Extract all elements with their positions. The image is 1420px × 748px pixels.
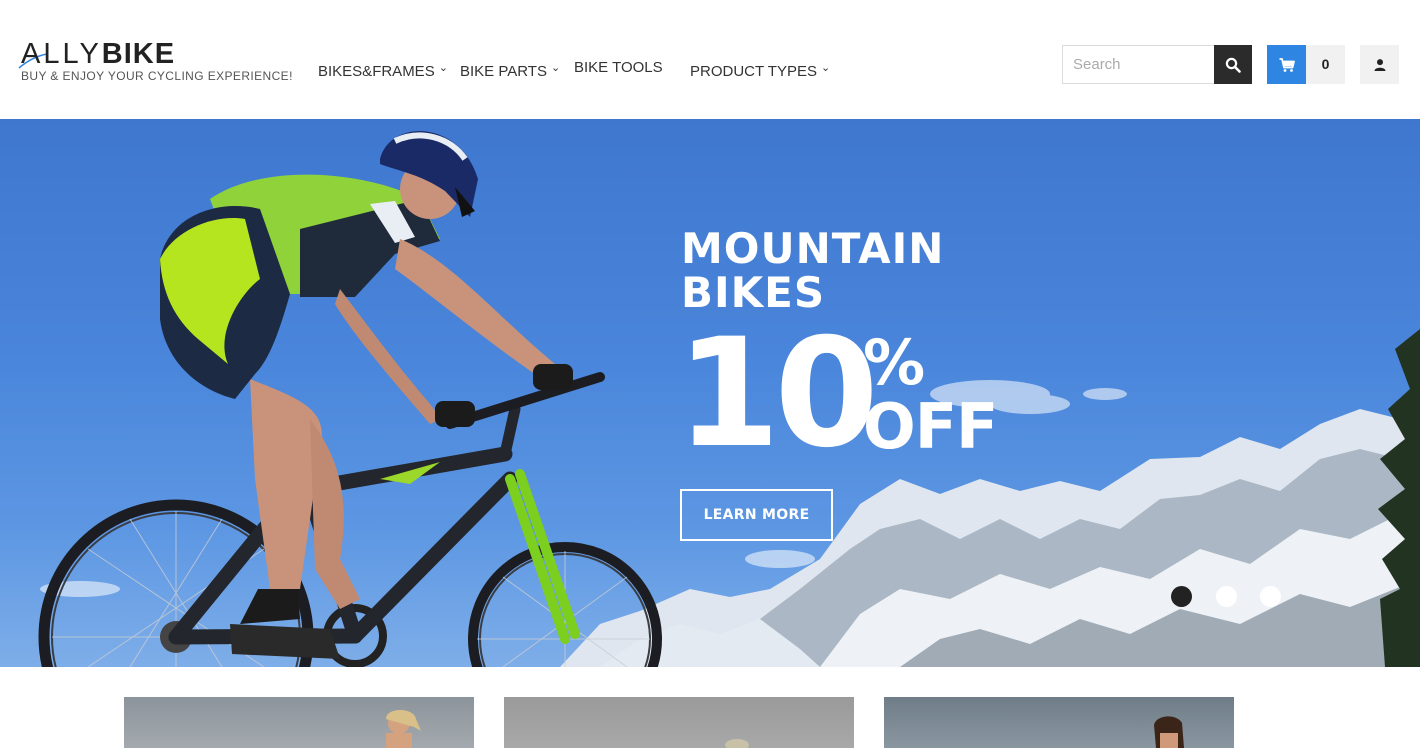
logo-wordmark: ALLYBIKE bbox=[21, 38, 175, 70]
cart-count[interactable]: 0 bbox=[1306, 45, 1345, 84]
category-card-image bbox=[725, 739, 749, 748]
logo-tagline: BUY & ENJOY YOUR CYCLING EXPERIENCE! bbox=[21, 69, 293, 83]
slider-dot-3[interactable] bbox=[1260, 586, 1281, 607]
user-icon bbox=[1374, 58, 1385, 71]
hero-discount-number: 10 bbox=[676, 307, 879, 481]
nav-item-bikes-frames[interactable]: BIKES&FRAMES ⌄ bbox=[318, 57, 448, 83]
category-card-image bbox=[386, 710, 421, 748]
account-button[interactable] bbox=[1360, 45, 1399, 84]
nav-item-bike-tools[interactable]: BIKE TOOLS bbox=[574, 57, 663, 79]
search-input[interactable] bbox=[1062, 45, 1214, 84]
nav-item-label: BIKE TOOLS bbox=[574, 59, 663, 76]
nav-item-bike-parts[interactable]: BIKE PARTS ⌄ bbox=[460, 57, 560, 83]
nav-item-label: PRODUCT TYPES bbox=[690, 63, 817, 80]
category-card[interactable] bbox=[124, 697, 474, 748]
logo-ally: ALLY bbox=[21, 38, 102, 70]
hero-title-line-1: MOUNTAIN bbox=[681, 224, 945, 273]
logo-bike: BIKE bbox=[101, 38, 176, 70]
nav-item-product-types[interactable]: PRODUCT TYPES ⌄ bbox=[690, 57, 830, 83]
search-button[interactable] bbox=[1214, 45, 1252, 84]
site-logo[interactable]: ALLYBIKE BUY & ENJOY YOUR CYCLING EXPERI… bbox=[18, 38, 301, 88]
featured-categories bbox=[0, 667, 1420, 748]
category-card[interactable] bbox=[884, 697, 1234, 748]
hero-discount-off: OFF bbox=[863, 390, 998, 463]
hero-discount-percent: % bbox=[863, 326, 926, 399]
chevron-down-icon: ⌄ bbox=[820, 62, 831, 74]
slider-dot-1[interactable] bbox=[1171, 586, 1192, 607]
cart-icon bbox=[1279, 57, 1295, 72]
nav-item-label: BIKES&FRAMES bbox=[318, 63, 435, 80]
search-icon bbox=[1225, 57, 1241, 73]
hero-banner: MOUNTAIN BIKES 10 % OFF LEARN MORE bbox=[0, 119, 1420, 667]
category-card[interactable] bbox=[504, 697, 854, 748]
cart-button[interactable] bbox=[1267, 45, 1306, 84]
slider-dot-2[interactable] bbox=[1216, 586, 1237, 607]
learn-more-button[interactable]: LEARN MORE bbox=[680, 489, 833, 541]
category-card-image bbox=[1154, 716, 1184, 748]
chevron-down-icon: ⌄ bbox=[550, 62, 561, 74]
nav-item-label: BIKE PARTS bbox=[460, 63, 547, 80]
chevron-down-icon: ⌄ bbox=[438, 62, 448, 74]
hero-title: MOUNTAIN BIKES bbox=[681, 227, 944, 315]
site-header: ALLYBIKE BUY & ENJOY YOUR CYCLING EXPERI… bbox=[0, 0, 1420, 119]
